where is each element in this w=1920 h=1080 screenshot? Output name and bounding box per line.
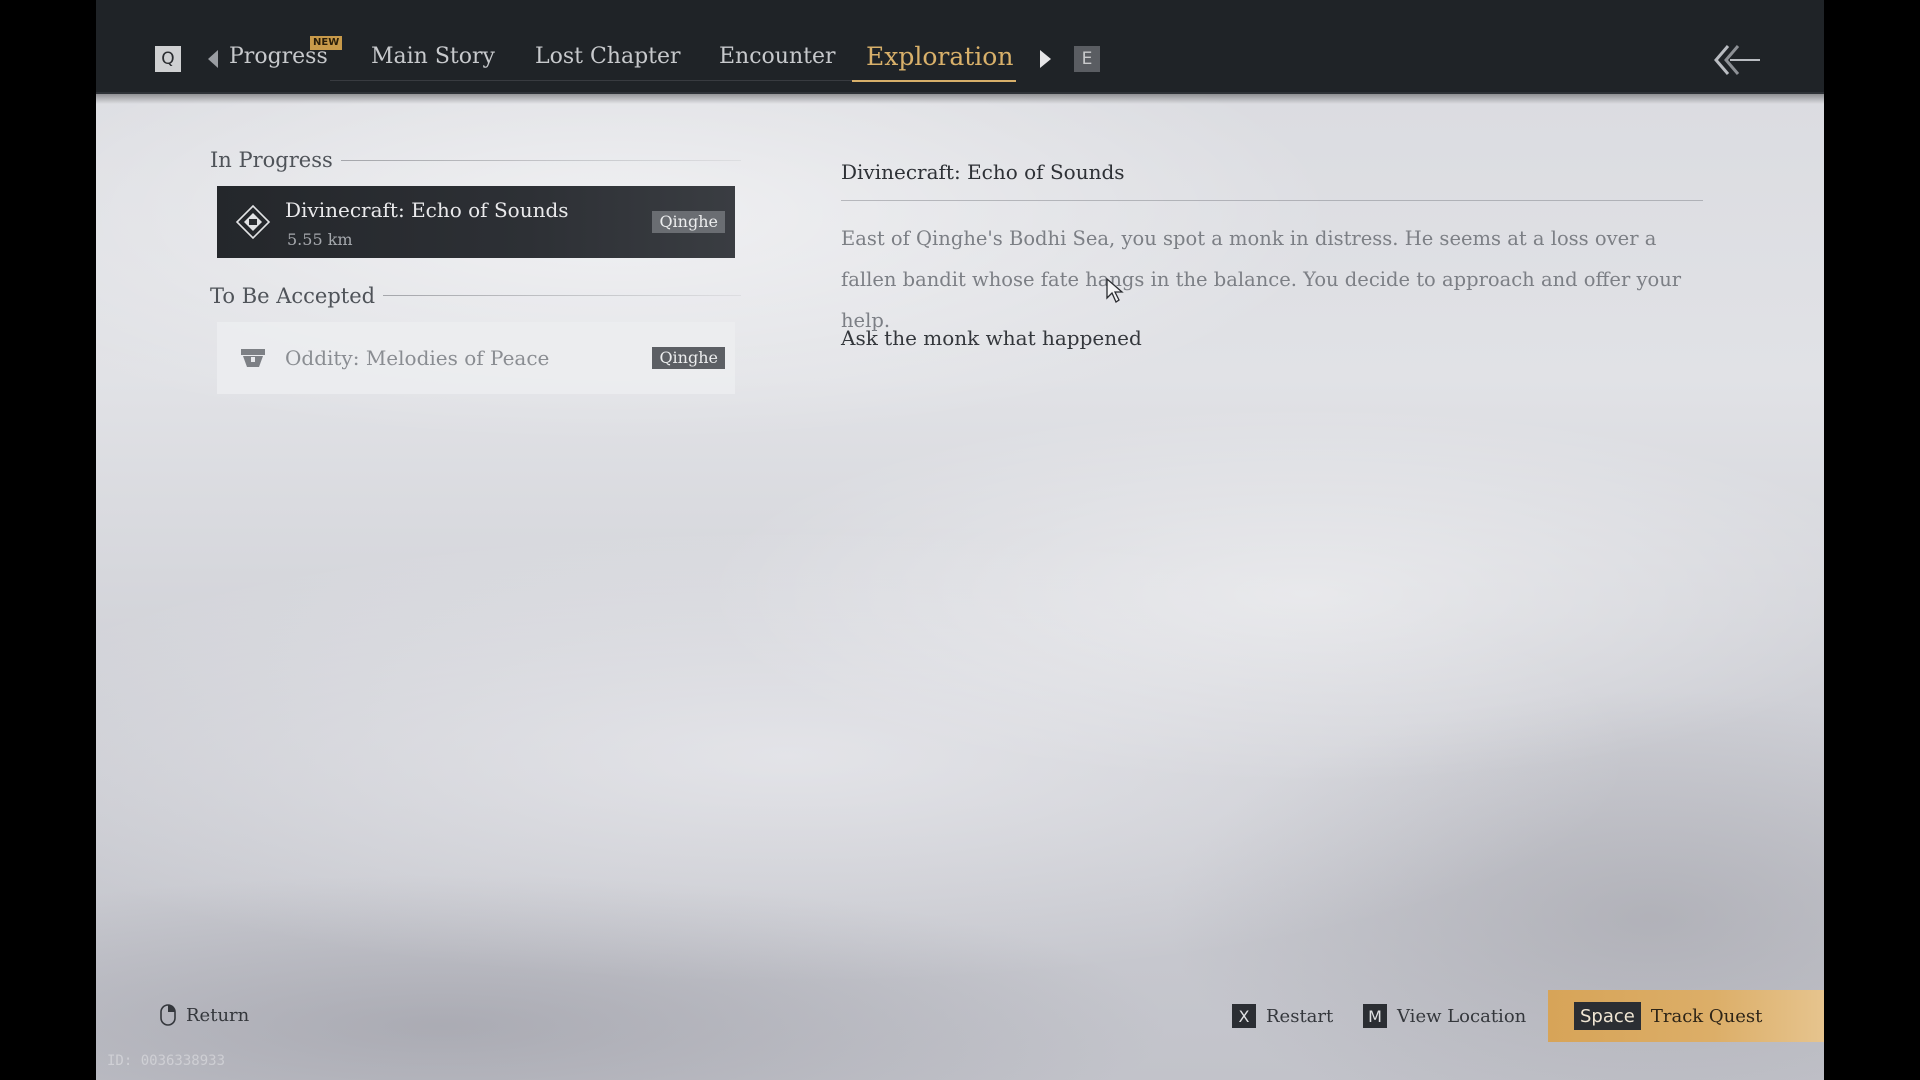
tab-main-story[interactable]: Main Story bbox=[371, 44, 495, 69]
prev-tab-key[interactable]: Q bbox=[155, 46, 181, 72]
quest-name: Divinecraft: Echo of Sounds bbox=[285, 198, 569, 222]
view-location-button[interactable]: M View Location bbox=[1363, 1004, 1526, 1028]
back-arrow-icon[interactable] bbox=[1712, 40, 1762, 80]
quest-card-active[interactable]: Divinecraft: Echo of Sounds 5.55 km Qing… bbox=[217, 186, 735, 258]
section-divider bbox=[383, 295, 741, 296]
tab-encounter[interactable]: Encounter bbox=[719, 44, 836, 69]
restart-button[interactable]: X Restart bbox=[1232, 1004, 1333, 1028]
tab-lost-chapter[interactable]: Lost Chapter bbox=[535, 44, 681, 69]
detail-title: Divinecraft: Echo of Sounds bbox=[841, 160, 1125, 184]
detail-description: East of Qinghe's Bodhi Sea, you spot a m… bbox=[841, 227, 1682, 332]
detail-objective: Ask the monk what happened bbox=[841, 326, 1142, 350]
track-quest-label: Track Quest bbox=[1650, 1005, 1763, 1027]
player-id: ID: 0036338933 bbox=[107, 1053, 226, 1069]
quest-distance: 5.55 km bbox=[287, 230, 353, 249]
track-quest-button[interactable]: Space Track Quest bbox=[1548, 990, 1824, 1042]
return-button[interactable]: Return bbox=[160, 1004, 249, 1026]
section-in-progress: In Progress bbox=[210, 148, 333, 172]
oddity-chest-icon bbox=[241, 349, 265, 367]
divinecraft-diamond-icon bbox=[235, 204, 271, 240]
tab-next-arrow-icon[interactable] bbox=[1040, 50, 1051, 68]
section-to-be-accepted: To Be Accepted bbox=[210, 284, 376, 308]
top-bar-shadow bbox=[96, 94, 1824, 104]
region-tag: Qinghe bbox=[652, 347, 725, 369]
track-quest-key: Space bbox=[1574, 1002, 1641, 1030]
detail-divider bbox=[841, 200, 1703, 201]
section-divider bbox=[341, 160, 741, 161]
mouse-cursor-icon bbox=[1106, 278, 1124, 303]
restart-label: Restart bbox=[1266, 1005, 1334, 1027]
tab-prev-arrow-icon[interactable] bbox=[208, 50, 218, 68]
region-tag: Qinghe bbox=[652, 211, 725, 233]
next-tab-key[interactable]: E bbox=[1074, 46, 1100, 72]
quest-name: Oddity: Melodies of Peace bbox=[285, 346, 550, 370]
new-badge: NEW bbox=[310, 36, 343, 50]
view-location-key: M bbox=[1363, 1004, 1387, 1028]
tab-exploration[interactable]: Exploration bbox=[866, 42, 1013, 71]
view-location-label: View Location bbox=[1397, 1005, 1527, 1027]
return-label: Return bbox=[186, 1004, 250, 1026]
mouse-right-click-icon bbox=[160, 1004, 176, 1026]
active-tab-underline bbox=[852, 80, 1016, 82]
quest-card-pending[interactable]: Oddity: Melodies of Peace Qinghe bbox=[217, 322, 735, 394]
restart-key: X bbox=[1232, 1004, 1256, 1028]
